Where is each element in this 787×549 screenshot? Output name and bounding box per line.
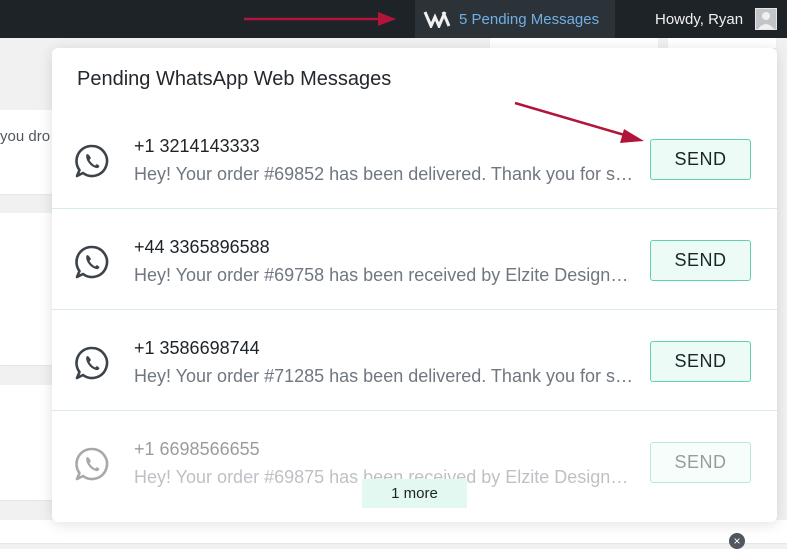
background-text: you dro <box>0 128 51 145</box>
background-card <box>490 38 658 48</box>
message-row: +44 3365896588 Hey! Your order #69758 ha… <box>52 210 777 310</box>
more-messages-badge[interactable]: 1 more <box>362 479 467 508</box>
message-row: +1 3214143333 Hey! Your order #69852 has… <box>52 109 777 209</box>
user-silhouette-icon <box>758 12 774 29</box>
pending-messages-menu[interactable]: 5 Pending Messages <box>415 0 615 38</box>
user-avatar-icon[interactable] <box>755 8 777 30</box>
whatsapp-icon <box>75 144 109 178</box>
whatsapp-icon <box>75 346 109 380</box>
phone-number: +44 3365896588 <box>134 237 270 257</box>
phone-number: +1 6698566655 <box>134 439 260 459</box>
send-button[interactable]: SEND <box>650 341 751 382</box>
howdy-label: Howdy, Ryan <box>655 10 744 28</box>
message-preview: Hey! Your order #69852 has been delivere… <box>134 164 634 184</box>
plugin-logo-icon <box>423 11 451 28</box>
admin-bar: 5 Pending Messages Howdy, Ryan <box>0 0 787 38</box>
phone-number: +1 3586698744 <box>134 338 260 358</box>
send-button[interactable]: SEND <box>650 240 751 281</box>
message-preview: Hey! Your order #71285 has been delivere… <box>134 366 634 386</box>
send-button[interactable]: SEND <box>650 139 751 180</box>
whatsapp-icon <box>75 245 109 279</box>
background-card <box>0 385 52 500</box>
send-button[interactable]: SEND <box>650 442 751 483</box>
account-menu[interactable]: Howdy, Ryan <box>655 0 743 38</box>
panel-title: Pending WhatsApp Web Messages <box>77 68 392 90</box>
phone-number: +1 3214143333 <box>134 136 260 156</box>
whatsapp-icon <box>75 447 109 481</box>
background-card <box>0 213 52 365</box>
background-card <box>0 520 787 543</box>
message-row: +1 3586698744 Hey! Your order #71285 has… <box>52 311 777 411</box>
background-card <box>668 38 776 48</box>
pending-messages-dropdown: Pending WhatsApp Web Messages +1 3214143… <box>52 48 777 522</box>
background-card <box>0 110 52 194</box>
pending-messages-label: 5 Pending Messages <box>459 10 600 28</box>
dismiss-icon[interactable]: × <box>729 533 745 549</box>
message-preview: Hey! Your order #69758 has been received… <box>134 265 634 285</box>
